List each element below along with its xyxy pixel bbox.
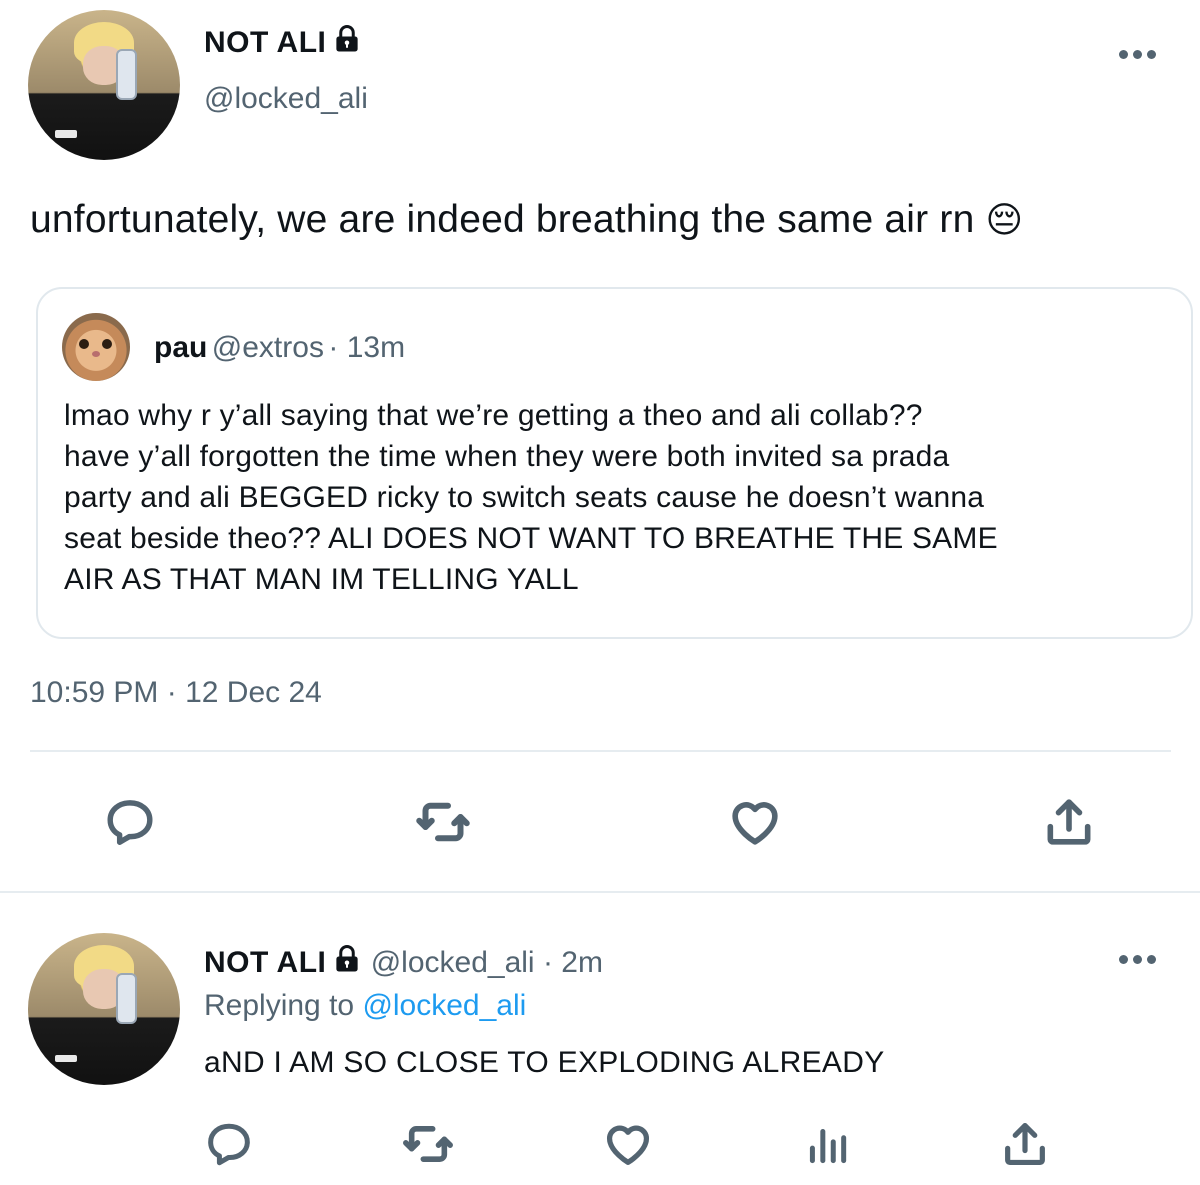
- quoted-text-line: party and ali BEGGED ricky to switch sea…: [64, 481, 985, 514]
- section-divider: [0, 891, 1200, 893]
- cat-nose: [92, 351, 100, 357]
- avatar-phone: [116, 49, 138, 100]
- retweet-button[interactable]: [396, 1112, 460, 1176]
- quoted-text-line: AIR AS THAT MAN IM TELLING YALL: [64, 563, 579, 596]
- share-icon: [1047, 799, 1091, 845]
- more-options-icon[interactable]: [1119, 955, 1156, 964]
- quoted-header: pau @extros · 13m: [154, 331, 405, 365]
- dot: [1147, 50, 1156, 59]
- tweet-timestamp[interactable]: 10:59 PM · 12 Dec 24: [30, 676, 322, 710]
- reply-header: NOT ALI @locked_ali · 2m: [204, 944, 603, 982]
- reply-icon: [107, 800, 153, 845]
- quoted-author-name: pau: [154, 331, 208, 364]
- dot: [1133, 955, 1142, 964]
- reply-button[interactable]: [98, 790, 162, 854]
- cat-eye: [102, 339, 112, 349]
- reply-button[interactable]: [197, 1112, 261, 1176]
- quoted-author-handle: @extros: [211, 331, 324, 364]
- replying-to-prefix: Replying to: [204, 989, 355, 1022]
- retweet-icon: [416, 802, 470, 842]
- analytics-icon: [809, 1129, 847, 1164]
- divider: [30, 750, 1171, 752]
- share-button[interactable]: [993, 1112, 1057, 1176]
- dot: [1133, 50, 1142, 59]
- analytics-button[interactable]: [795, 1112, 859, 1176]
- retweet-icon: [403, 1126, 453, 1162]
- quoted-tweet-card[interactable]: pau @extros · 13m lmao why r y’all sayin…: [36, 287, 1193, 639]
- reply-time: · 2m: [542, 946, 603, 979]
- cat-eye: [79, 339, 89, 349]
- quoted-text: lmao why r y’all saying that we’re getti…: [64, 395, 1164, 600]
- quoted-text-line: seat beside theo?? ALI DOES NOT WANT TO …: [64, 522, 998, 555]
- quoted-text-line: lmao why r y’all saying that we’re getti…: [64, 399, 923, 432]
- like-button[interactable]: [596, 1112, 660, 1176]
- avatar-shirt-logo: [55, 1054, 77, 1063]
- reply-author-name[interactable]: NOT ALI: [204, 946, 326, 979]
- like-icon: [732, 802, 778, 845]
- tweet-text-content: unfortunately, we are indeed breathing t…: [30, 198, 975, 241]
- author-display-name[interactable]: NOT ALI: [204, 26, 326, 59]
- dot: [1147, 955, 1156, 964]
- tweet-text: unfortunately, we are indeed breathing t…: [30, 198, 1023, 242]
- more-options-icon[interactable]: [1119, 50, 1156, 59]
- lock-icon: [332, 944, 362, 982]
- replying-to-line: Replying to @locked_ali: [204, 989, 526, 1023]
- quoted-time: · 13m: [328, 331, 406, 364]
- share-icon: [1005, 1122, 1045, 1166]
- like-icon: [606, 1125, 650, 1166]
- dot: [1119, 955, 1128, 964]
- author-name-row[interactable]: NOT ALI: [204, 24, 362, 60]
- replying-to-link[interactable]: @locked_ali: [362, 989, 526, 1022]
- reply-text: aND I AM SO CLOSE TO EXPLODING ALREADY: [204, 1046, 885, 1079]
- reply-author-avatar[interactable]: [28, 933, 180, 1085]
- avatar-shirt-logo: [55, 130, 77, 138]
- dot: [1119, 50, 1128, 59]
- lock-icon: [332, 24, 362, 59]
- avatar-phone: [116, 972, 138, 1025]
- reply-author-handle[interactable]: @locked_ali: [371, 946, 535, 979]
- author-handle[interactable]: @locked_ali: [204, 82, 368, 116]
- reply-icon: [208, 1123, 250, 1166]
- quoted-author-avatar: [62, 313, 130, 381]
- quoted-text-line: have y’all forgotten the time when they …: [64, 440, 950, 473]
- author-avatar[interactable]: [28, 10, 180, 160]
- share-button[interactable]: [1037, 790, 1101, 854]
- like-button[interactable]: [723, 790, 787, 854]
- pensive-emoji: 😔: [985, 199, 1024, 240]
- retweet-button[interactable]: [411, 790, 475, 854]
